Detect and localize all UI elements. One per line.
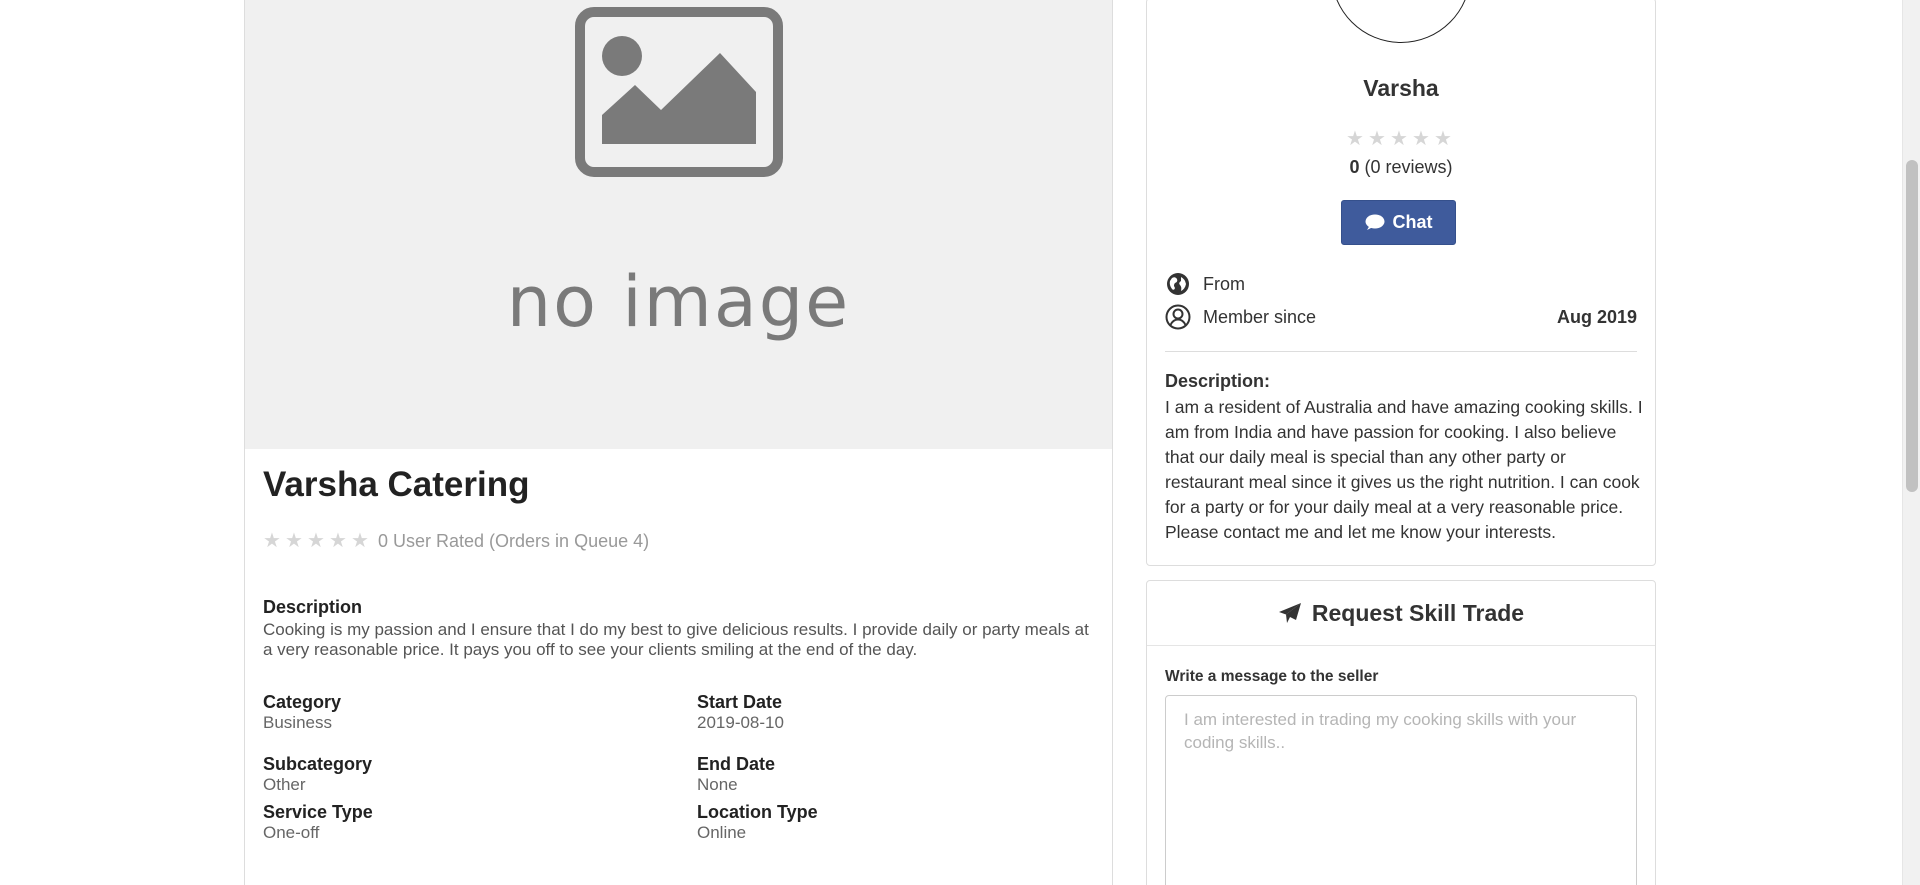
seller-name: Varsha — [1363, 75, 1439, 101]
end-date-field: End Date None — [697, 754, 1097, 795]
avatar — [1331, 0, 1471, 43]
star-icon: ★ — [351, 530, 369, 552]
star-icon: ★ — [1412, 128, 1430, 150]
start-date-value: 2019-08-10 — [697, 713, 784, 732]
star-icon: ★ — [329, 530, 347, 552]
seller-rating-stars: ★ ★ ★ ★ ★ — [1346, 128, 1453, 150]
subcategory-label: Subcategory — [263, 754, 373, 774]
scrollbar-thumb[interactable] — [1906, 160, 1918, 492]
end-date-label: End Date — [697, 754, 776, 774]
star-icon: ★ — [1390, 128, 1408, 150]
service-description: Description Cooking is my passion and I … — [263, 597, 1103, 660]
chat-button[interactable]: Chat — [1341, 200, 1456, 245]
category-field: Category Business — [263, 692, 663, 733]
image-icon — [575, 7, 783, 177]
seller-review-count: 0 (0 reviews) — [1147, 157, 1655, 178]
end-date-value: None — [697, 775, 738, 794]
service-type-field: Service Type One-off — [263, 802, 663, 843]
from-row: From — [1165, 271, 1637, 297]
location-type-label: Location Type — [697, 802, 818, 822]
location-type-field: Location Type Online — [697, 802, 1097, 843]
seller-profile-card: Varsha ★ ★ ★ ★ ★ 0 (0 reviews) Chat From — [1146, 0, 1656, 566]
message-input[interactable] — [1165, 695, 1637, 885]
service-title: Varsha Catering — [263, 465, 530, 504]
member-since-label: Member since — [1203, 306, 1317, 327]
service-type-label: Service Type — [263, 802, 373, 822]
member-since-row: Member since Aug 2019 — [1165, 304, 1637, 330]
description-text: Cooking is my passion and I ensure that … — [263, 620, 1089, 659]
service-rating: ★ ★ ★ ★ ★ 0 User Rated (Orders in Queue … — [263, 531, 649, 552]
service-card: no image Varsha Catering ★ ★ ★ ★ ★ 0 Use… — [244, 0, 1113, 885]
review-count-text: (0 reviews) — [1364, 157, 1453, 177]
from-label: From — [1203, 273, 1245, 294]
star-icon: ★ — [1346, 128, 1364, 150]
service-type-value: One-off — [263, 823, 320, 842]
subcategory-field: Subcategory Other — [263, 754, 663, 795]
star-icon: ★ — [1368, 128, 1386, 150]
rating-text: 0 User Rated (Orders in Queue 4) — [378, 531, 650, 551]
category-label: Category — [263, 692, 342, 712]
request-skill-trade-card: Request Skill Trade Write a message to t… — [1146, 580, 1656, 885]
start-date-label: Start Date — [697, 692, 783, 712]
no-image-text: no image — [506, 261, 851, 343]
request-header: Request Skill Trade — [1147, 581, 1655, 646]
page-scrollbar[interactable] — [1902, 0, 1920, 885]
paper-plane-icon — [1278, 603, 1301, 623]
member-since-value: Aug 2019 — [1556, 306, 1637, 327]
star-icon: ★ — [307, 530, 325, 552]
seller-description-text: I am a resident of Australia and have am… — [1165, 397, 1643, 542]
star-icon: ★ — [263, 530, 281, 552]
chat-button-label: Chat — [1392, 212, 1433, 232]
location-type-value: Online — [697, 823, 747, 842]
request-title: Request Skill Trade — [1311, 599, 1525, 626]
description-label: Description — [263, 597, 363, 617]
message-label: Write a message to the seller — [1165, 668, 1379, 685]
user-icon — [1165, 304, 1191, 330]
rating-value: 0 — [1349, 157, 1360, 177]
rating-stars: ★ ★ ★ ★ ★ — [263, 530, 370, 552]
category-value: Business — [263, 713, 332, 732]
seller-description-label: Description: — [1165, 371, 1271, 391]
star-icon: ★ — [1434, 128, 1452, 150]
subcategory-value: Other — [263, 775, 306, 794]
divider — [1165, 351, 1637, 352]
chat-bubble-icon — [1365, 214, 1384, 230]
globe-icon — [1165, 271, 1191, 297]
star-icon: ★ — [285, 530, 303, 552]
service-image-placeholder: no image — [245, 0, 1112, 449]
start-date-field: Start Date 2019-08-10 — [697, 692, 1097, 733]
